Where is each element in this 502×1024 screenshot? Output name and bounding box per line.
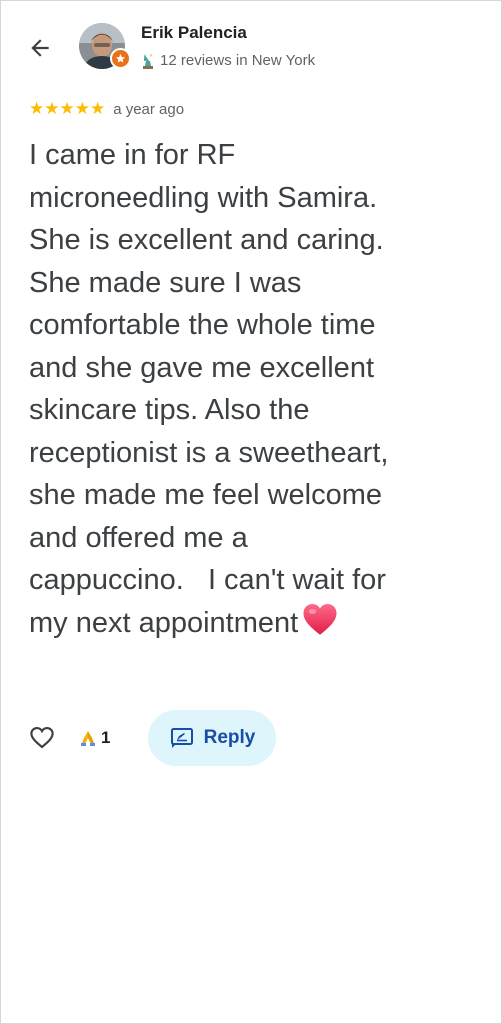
author-avatar-group[interactable] xyxy=(79,23,131,69)
reaction-count[interactable]: 1 xyxy=(79,728,110,748)
praying-hands-icon xyxy=(81,731,95,746)
review-time: a year ago xyxy=(113,100,185,118)
heart-emoji xyxy=(302,602,338,649)
review-text: I came in for RF microneedling with Sami… xyxy=(29,139,389,639)
back-arrow-icon xyxy=(31,39,49,57)
local-guide-badge xyxy=(110,48,131,69)
back-button[interactable] xyxy=(23,31,57,65)
review-card: Erik Palencia 12 reviews in New York ★★★… xyxy=(0,0,502,1024)
heart-outline-icon xyxy=(30,726,54,749)
rating-row: ★★★★★ a year ago xyxy=(29,99,184,119)
like-button[interactable] xyxy=(25,721,59,755)
author-name[interactable]: Erik Palencia xyxy=(141,23,247,43)
reply-label: Reply xyxy=(203,727,256,748)
review-text-block: I came in for RF microneedling with Sami… xyxy=(29,134,469,648)
reply-icon xyxy=(170,728,193,748)
review-actions: 1 Reply xyxy=(29,709,277,767)
star-rating: ★★★★★ xyxy=(29,99,106,118)
local-guide-star-icon xyxy=(115,53,126,63)
reaction-count-label: 1 xyxy=(101,728,111,747)
author-meta-text: 12 reviews in New York xyxy=(160,52,316,69)
statue-of-liberty-icon xyxy=(143,53,153,69)
reply-button[interactable]: Reply xyxy=(148,710,277,766)
author-meta: 12 reviews in New York xyxy=(141,52,315,69)
